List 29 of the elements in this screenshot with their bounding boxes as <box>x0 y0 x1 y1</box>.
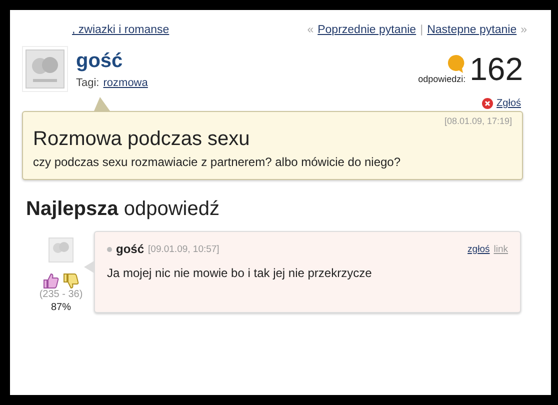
thumbs-down-icon[interactable] <box>63 273 79 289</box>
tag-link[interactable]: rozmowa <box>103 76 148 88</box>
author-name: gość <box>116 242 144 256</box>
question-text: czy podczas sexu rozmawiacie z partnerem? albo mówicie do niego? <box>33 155 402 169</box>
category-link[interactable]: , zwiazki i romanse <box>72 24 170 36</box>
report-link[interactable]: Zgłoś <box>496 98 521 109</box>
vote-counts: (235 - 36) <box>39 289 83 300</box>
answers-count: 162 <box>470 50 523 88</box>
answers-label: odpowiedzi: <box>418 74 466 84</box>
previous-question-link[interactable]: Poprzednie pytanie <box>318 24 416 36</box>
question-date: [08.01.09, 17:19] <box>443 116 512 126</box>
next-question-link[interactable]: Nastepne pytanie <box>427 24 517 36</box>
answer-date: [09.01.09, 10:57] <box>148 244 220 254</box>
question-title: Rozmowa podczas sexu <box>33 128 251 151</box>
tags-label: Tagi: <box>76 76 100 88</box>
next-mark: » <box>520 24 527 36</box>
nav-separator: | <box>420 24 424 36</box>
status-dot-icon <box>107 246 112 252</box>
avatar-icon <box>48 237 74 263</box>
author-name: gość <box>76 50 124 72</box>
section-heading: Najlepsza odpowiedź <box>26 198 220 221</box>
report-link[interactable]: zgłoś <box>468 244 490 254</box>
question-bubble-icon <box>446 54 466 74</box>
answer-text: Ja mojej nic nie mowie bo i tak jej nie przekrzycze <box>107 266 373 280</box>
previous-mark: « <box>307 24 314 36</box>
avatar-icon <box>22 46 68 92</box>
thumbs-up-icon[interactable] <box>43 273 59 289</box>
close-icon <box>482 98 493 109</box>
vote-percent: 87% <box>50 302 71 313</box>
